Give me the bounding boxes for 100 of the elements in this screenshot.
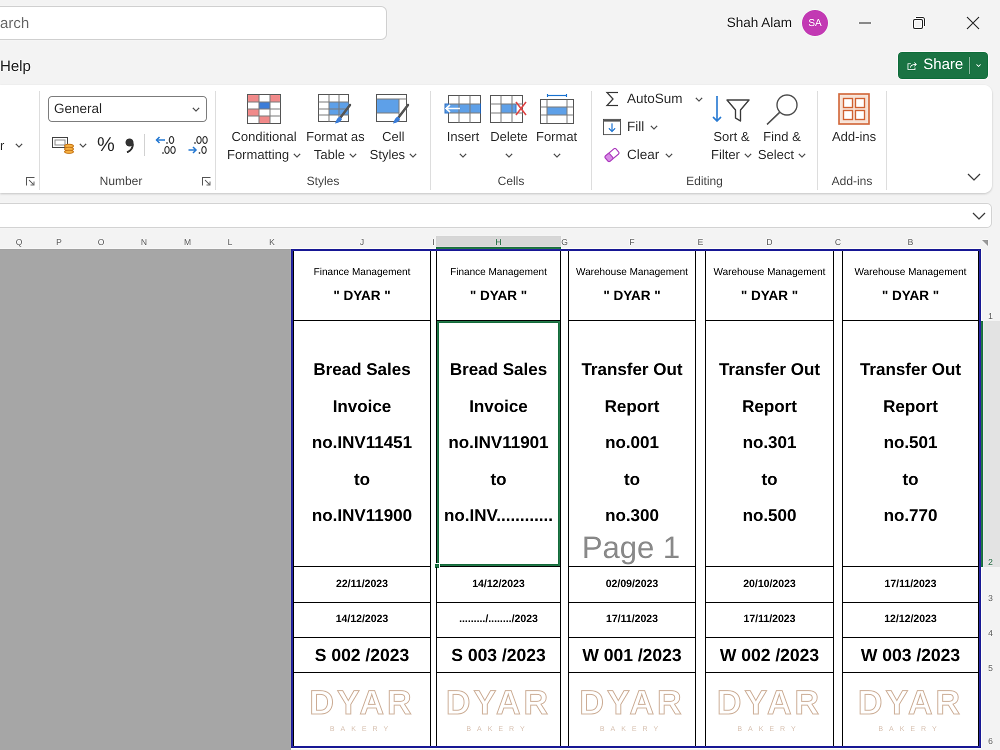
format-cells-icon	[540, 94, 574, 124]
column-header[interactable]: F	[568, 236, 696, 249]
table-cell: 14/12/2023	[436, 567, 561, 603]
brand-label: " DYAR "	[882, 288, 940, 304]
grid-icon	[838, 93, 870, 125]
group-label: Styles	[306, 173, 340, 190]
chevron-icon[interactable]	[967, 173, 981, 181]
ribbon-button[interactable]: Find & Select	[758, 93, 806, 164]
number-format-button[interactable]	[52, 136, 87, 154]
table-cell: 17/11/2023	[568, 603, 696, 638]
logo-wordmark: DYAR	[579, 686, 685, 720]
row-header[interactable]: 5	[981, 638, 1000, 673]
department-label: Finance Management	[450, 267, 547, 279]
ribbon-button[interactable]: Sort & Filter	[711, 93, 752, 164]
user-name: Shah Alam	[726, 14, 792, 32]
search-field[interactable]: arch	[0, 6, 387, 40]
column-header[interactable]: M	[166, 236, 209, 249]
number-format-dropdown[interactable]: General	[48, 96, 207, 122]
group-label: Add-ins	[830, 173, 874, 190]
decrease-decimal-icon[interactable]	[186, 135, 209, 155]
brand-label: " DYAR "	[333, 288, 391, 304]
table-cell: 14/12/2023	[293, 603, 431, 638]
share-button[interactable]: Share	[898, 52, 988, 79]
ribbon-button[interactable]: Insert	[444, 93, 482, 164]
column-header[interactable]: D	[705, 236, 834, 249]
column-header[interactable]: C	[834, 236, 842, 249]
cell-brush-icon	[376, 94, 410, 124]
department-label: Warehouse Management	[854, 267, 966, 279]
logo-wordmark: DYAR	[716, 686, 822, 720]
caret-icon	[192, 106, 200, 112]
user-avatar[interactable]: SA	[802, 10, 828, 36]
table-cell: 17/11/2023	[842, 567, 979, 603]
table-cell: 17/11/2023	[705, 603, 834, 638]
table-cell: Bread Sales Invoice no.INV11451 to no.INV11900	[293, 321, 431, 567]
ribbon-button[interactable]: Add-ins	[832, 93, 876, 146]
chevron-icon[interactable]	[972, 212, 986, 220]
percent-button[interactable]: %	[97, 135, 115, 155]
highlighted-grid-icon	[247, 94, 282, 124]
logo-wordmark: DYAR	[858, 686, 964, 720]
column-header[interactable]: O	[80, 236, 122, 249]
table-cell: ........./......../2023	[436, 603, 561, 638]
brand-label: " DYAR "	[603, 288, 661, 304]
department-label: Warehouse Management	[576, 267, 688, 279]
column-header[interactable]: G	[561, 236, 568, 249]
ribbon-button[interactable]: Cell Styles	[370, 93, 418, 164]
ribbon-button[interactable]: Format	[536, 93, 578, 164]
group-label: Cells	[496, 173, 526, 190]
brand-label: " DYAR "	[470, 288, 528, 304]
delete-cells-icon	[490, 95, 528, 123]
row-header[interactable]: 2	[981, 321, 1000, 567]
dialog-launcher-icon[interactable]	[202, 176, 211, 186]
logo-wordmark: DYAR	[309, 686, 415, 720]
table-cell: W 001 /2023	[568, 638, 696, 673]
row-header[interactable]: 4	[981, 603, 1000, 638]
column-header[interactable]: P	[38, 236, 80, 249]
table-cell: Transfer Out Report no.501 to no.770	[842, 321, 979, 567]
column-header[interactable]: B	[842, 236, 979, 249]
table-cell: W 002 /2023	[705, 638, 834, 673]
arrow-funnel-icon	[711, 94, 752, 124]
table-cell: S 003 /2023	[436, 638, 561, 673]
table-cell: W 003 /2023	[842, 638, 979, 673]
table-brush-icon	[318, 94, 352, 124]
column-header[interactable]: N	[122, 236, 166, 249]
brand-label: " DYAR "	[740, 288, 798, 304]
select-all-icon[interactable]	[982, 240, 988, 246]
column-header[interactable]: I	[431, 236, 436, 249]
page-label: Page 1	[582, 530, 680, 566]
row-header[interactable]: 1	[981, 251, 1000, 321]
ribbon-button[interactable]: Clear	[603, 141, 705, 169]
banknote-coins-icon	[52, 136, 74, 154]
ribbon-button[interactable]: r	[0, 138, 24, 152]
ribbon-button[interactable]: AutoSum	[603, 85, 705, 113]
column-header[interactable]: E	[696, 236, 705, 249]
table-cell: Bread Sales Invoice no.INV11901 to no.INV............	[436, 321, 561, 567]
column-header[interactable]: K	[251, 236, 293, 249]
fill-handle[interactable]	[434, 563, 440, 569]
minimize-icon[interactable]	[859, 22, 871, 24]
logo-wordmark: DYAR	[446, 686, 552, 720]
table-cell: 20/10/2023	[705, 567, 834, 603]
ribbon-tab[interactable]: Help	[0, 57, 31, 77]
column-header[interactable]: H	[436, 236, 561, 249]
comma-icon[interactable]	[124, 138, 134, 152]
row-header[interactable]: 6	[981, 673, 1000, 746]
table-cell: S 002 /2023	[293, 638, 431, 673]
ribbon-button[interactable]: Fill	[603, 113, 705, 141]
column-header[interactable]: J	[293, 236, 431, 249]
ribbon-button[interactable]: Format as Table	[306, 93, 365, 164]
close-icon[interactable]	[966, 16, 980, 30]
search-icon	[764, 94, 799, 124]
table-cell: Transfer Out Report no.301 to no.500	[705, 321, 834, 567]
column-header[interactable]: L	[209, 236, 251, 249]
increase-decimal-icon[interactable]	[154, 135, 177, 155]
sigma-icon	[605, 91, 619, 107]
dialog-launcher-icon[interactable]	[26, 176, 35, 186]
table-cell: 22/11/2023	[293, 567, 431, 603]
row-header[interactable]: 3	[981, 567, 1000, 603]
ribbon-button[interactable]: Delete	[490, 93, 528, 164]
restore-icon[interactable]	[913, 17, 925, 29]
ribbon-button[interactable]: Conditional Formatting	[227, 93, 302, 164]
column-header[interactable]: Q	[0, 236, 38, 249]
